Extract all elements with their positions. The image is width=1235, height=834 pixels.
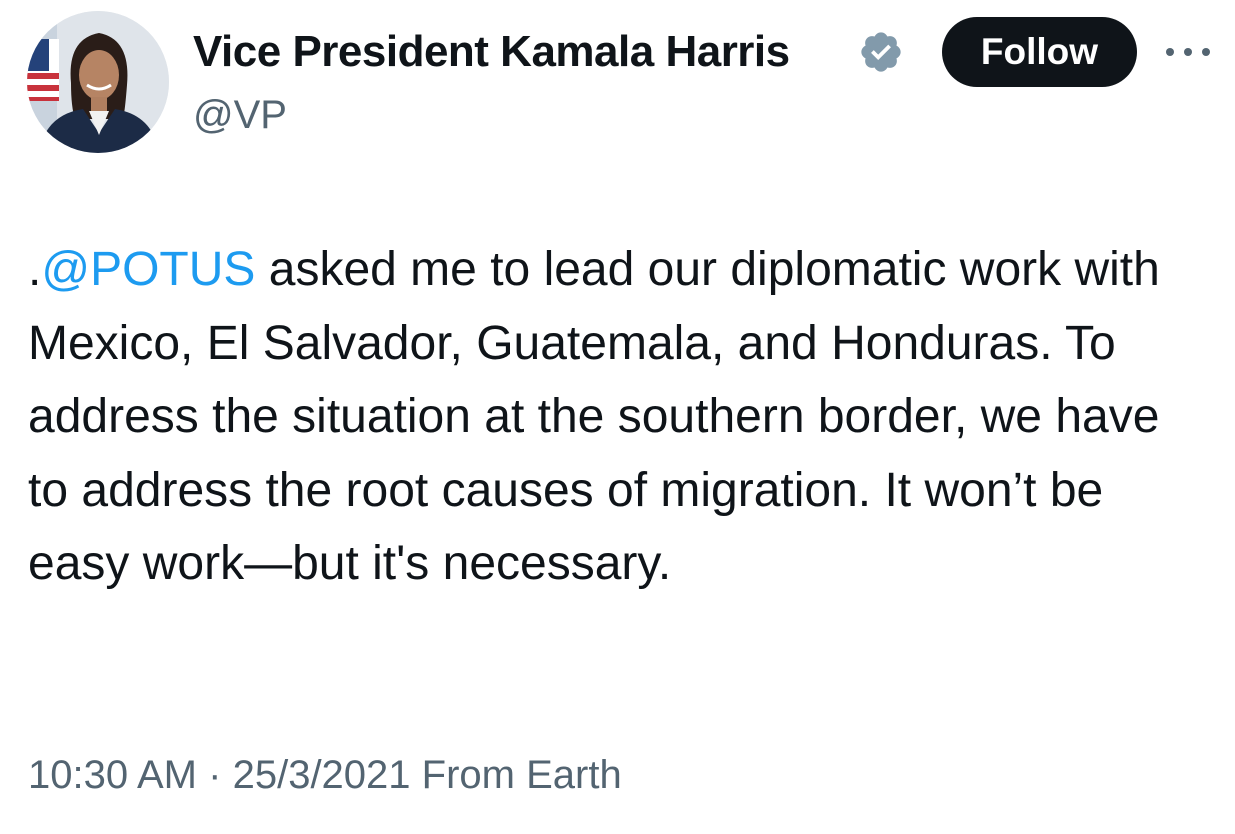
mention-link[interactable]: @POTUS bbox=[41, 243, 255, 296]
meta-separator: · bbox=[208, 753, 222, 797]
more-options-icon[interactable] bbox=[1163, 37, 1213, 67]
tweet-prefix: . bbox=[28, 243, 42, 296]
verified-badge-icon bbox=[858, 29, 904, 75]
avatar-photo bbox=[27, 11, 169, 153]
tweet-metadata: 10:30 AM · 25/3/2021 From Earth bbox=[28, 750, 622, 800]
avatar[interactable] bbox=[27, 11, 169, 153]
display-name[interactable]: Vice President Kamala Harris bbox=[193, 26, 790, 78]
tweet-text: .@POTUS asked me to lead our diplomatic … bbox=[28, 233, 1208, 601]
user-handle[interactable]: @VP bbox=[193, 91, 287, 139]
tweet-time[interactable]: 10:30 AM bbox=[28, 753, 197, 797]
tweet-date[interactable]: 25/3/2021 bbox=[233, 753, 411, 797]
tweet-source: From Earth bbox=[421, 753, 622, 797]
follow-button[interactable]: Follow bbox=[942, 17, 1137, 87]
